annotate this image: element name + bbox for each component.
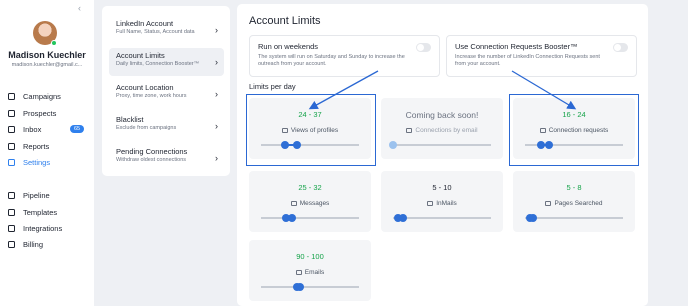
annotation-arrows [308,70,577,110]
annotation-arrow [511,70,577,110]
annotation-arrow [308,70,379,110]
